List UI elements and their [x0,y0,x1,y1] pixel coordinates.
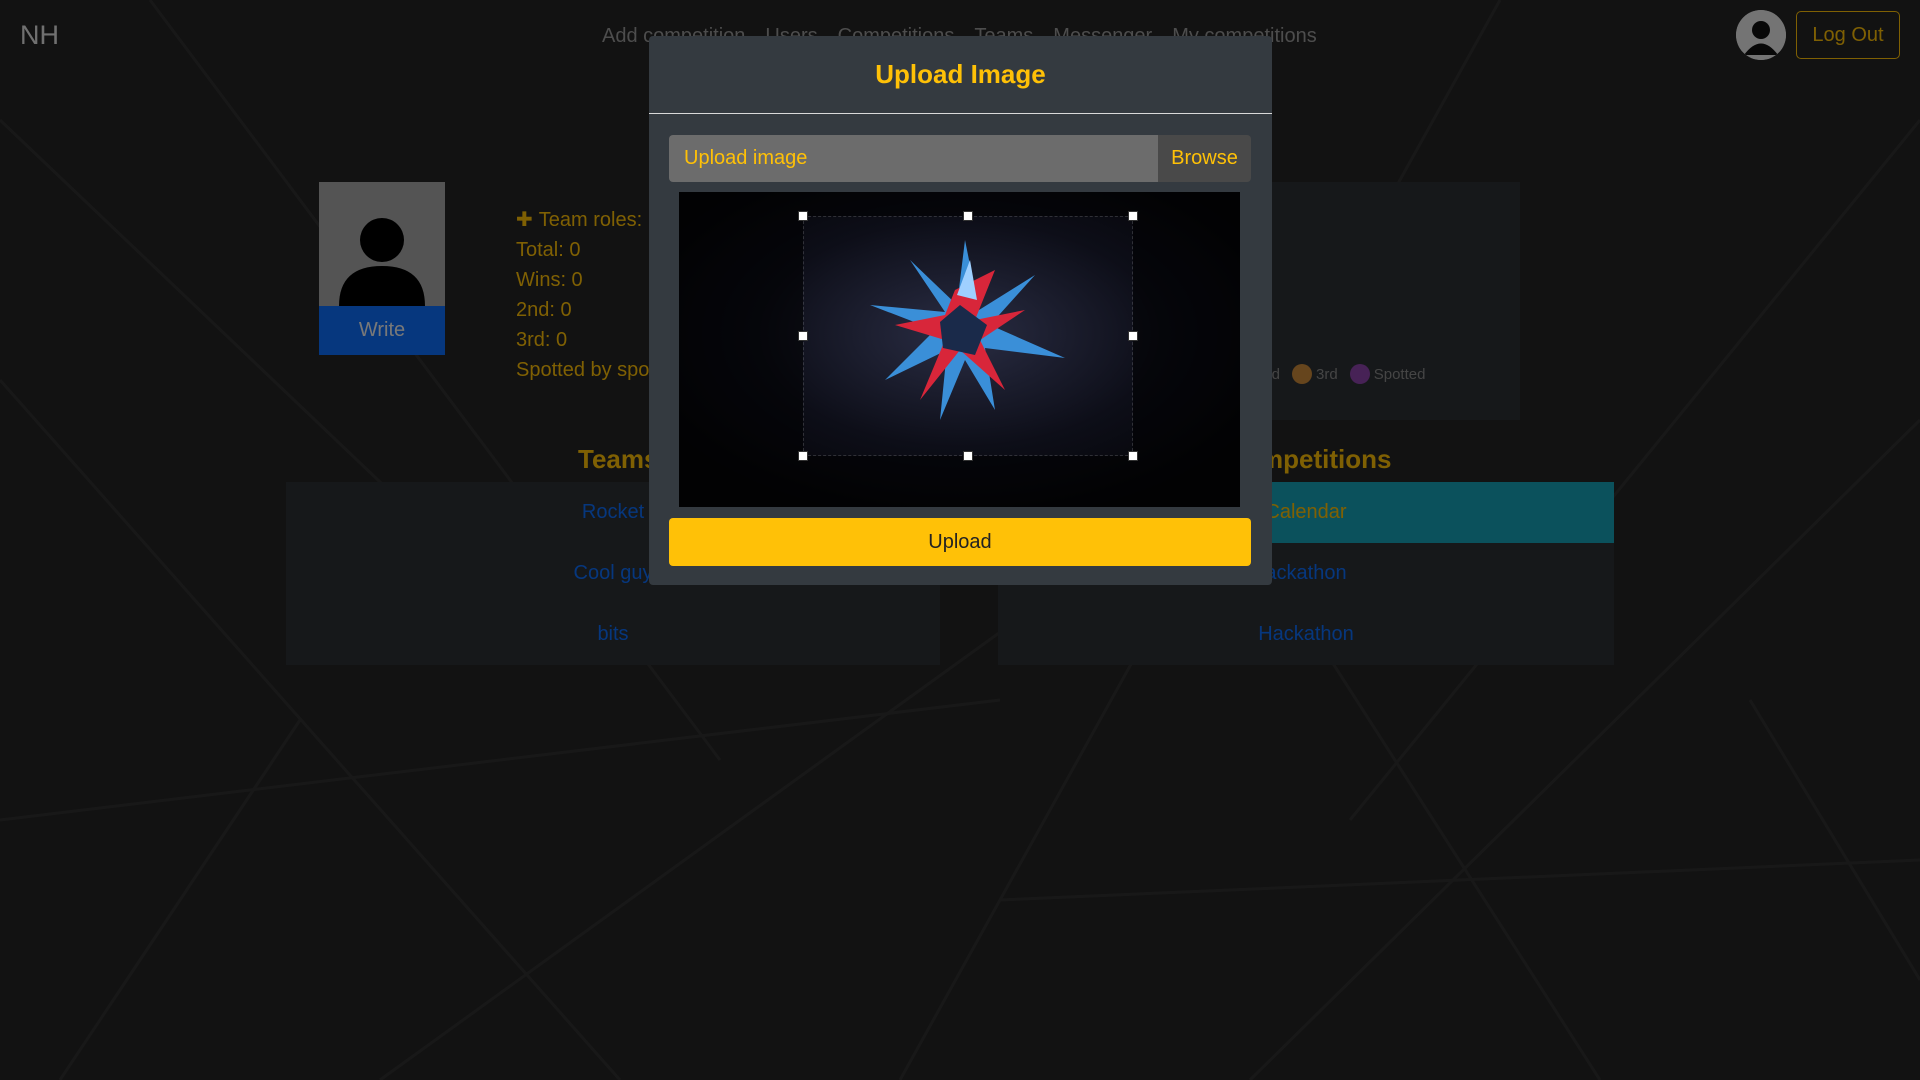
crop-handle-top[interactable] [963,211,973,221]
image-cropper[interactable] [679,192,1240,507]
crop-handle-bottom-right[interactable] [1128,451,1138,461]
modal-header: Upload Image [649,36,1272,114]
crop-mask [1133,216,1240,456]
crop-mask [679,456,1240,507]
crop-mask [679,216,803,456]
modal-title: Upload Image [875,59,1046,89]
crop-mask [679,192,1240,216]
crop-handle-top-left[interactable] [798,211,808,221]
crop-handle-bottom-left[interactable] [798,451,808,461]
crop-selection[interactable] [803,216,1133,456]
upload-button[interactable]: Upload [669,518,1251,566]
crop-handle-top-right[interactable] [1128,211,1138,221]
file-input-label[interactable]: Upload image [669,135,1158,182]
browse-button[interactable]: Browse [1158,135,1251,182]
crop-handle-right[interactable] [1128,331,1138,341]
crop-handle-left[interactable] [798,331,808,341]
file-input[interactable]: Upload image Browse [669,135,1251,182]
crop-handle-bottom[interactable] [963,451,973,461]
upload-image-modal: Upload Image Upload image Browse Upload [649,36,1272,585]
